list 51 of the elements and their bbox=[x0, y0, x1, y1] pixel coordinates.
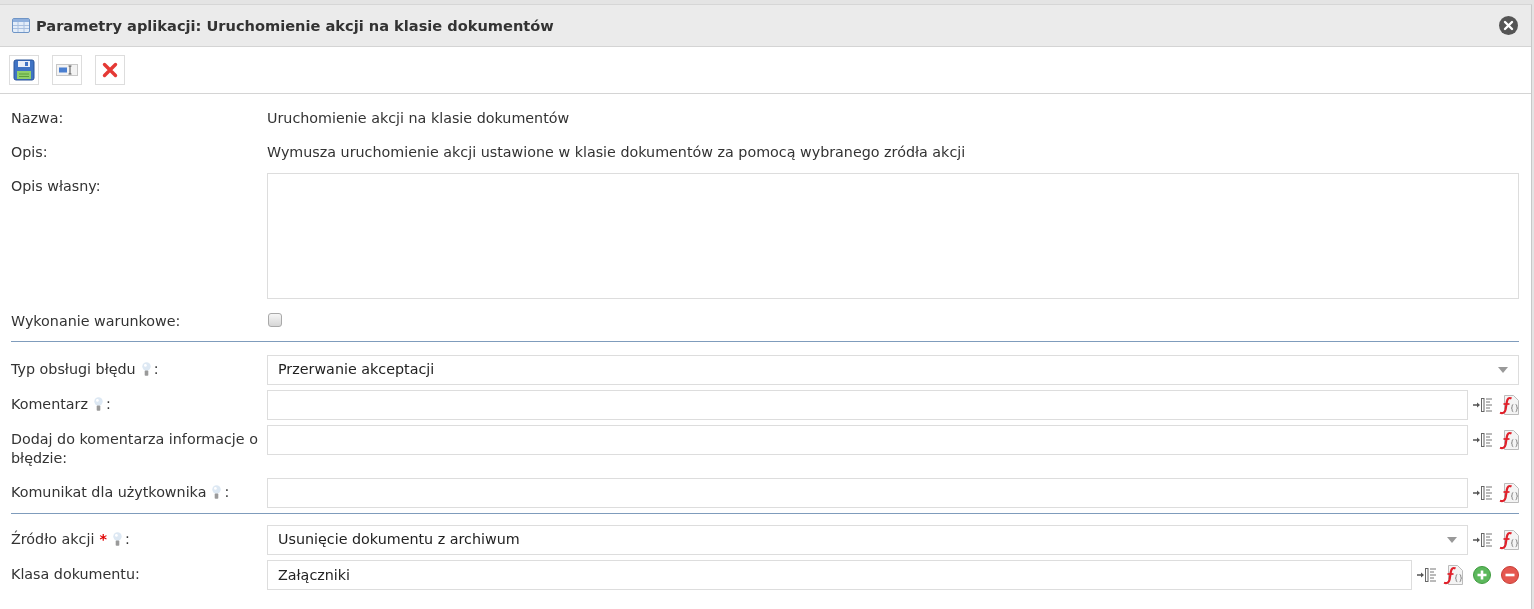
minus-icon[interactable] bbox=[1501, 566, 1519, 584]
field-label: Komunikat dla użytkownika bbox=[11, 484, 207, 500]
label-colon: : bbox=[224, 484, 230, 500]
light-bulb-icon[interactable] bbox=[141, 362, 151, 376]
field-label: Komentarz bbox=[11, 396, 88, 412]
light-bulb-icon[interactable] bbox=[93, 397, 103, 411]
function-icon[interactable] bbox=[1443, 565, 1463, 585]
field-label: Klasa dokumentu: bbox=[11, 566, 140, 582]
text-field[interactable] bbox=[267, 478, 1468, 508]
table-icon bbox=[12, 18, 30, 33]
text-field[interactable] bbox=[267, 425, 1468, 455]
field-label: Nazwa: bbox=[11, 110, 64, 126]
label-colon: : bbox=[105, 396, 111, 412]
field-value: Uruchomienie akcji na klasie dokumentów bbox=[267, 109, 570, 128]
cancel-button[interactable] bbox=[95, 55, 125, 85]
close-icon[interactable] bbox=[1499, 16, 1518, 35]
window-title: Parametry aplikacji: Uruchomienie akcji na klasie dokumentów bbox=[36, 15, 555, 36]
arrow-list-icon[interactable] bbox=[1473, 432, 1493, 448]
function-icon[interactable] bbox=[1499, 430, 1519, 450]
arrow-list-icon[interactable] bbox=[1473, 485, 1493, 501]
field-label: Dodaj do komentarza informacje o błędzie: bbox=[11, 431, 258, 466]
light-bulb-icon[interactable] bbox=[112, 532, 122, 546]
checkbox[interactable] bbox=[268, 313, 282, 327]
field-label: Opis: bbox=[11, 144, 48, 160]
field-label: Wykonanie warunkowe: bbox=[11, 313, 181, 329]
cross-icon bbox=[102, 62, 118, 78]
caret-icon bbox=[1447, 537, 1457, 543]
arrow-list-icon[interactable] bbox=[1473, 532, 1493, 548]
text-field-button[interactable] bbox=[52, 55, 82, 85]
field-label: Typ obsługi błędu bbox=[11, 361, 136, 377]
text-field[interactable]: Załączniki bbox=[267, 560, 1412, 590]
dropdown-field[interactable]: Usunięcie dokumentu z archiwum bbox=[267, 525, 1468, 555]
label-colon: : bbox=[153, 361, 159, 377]
plus-icon[interactable] bbox=[1473, 566, 1491, 584]
text-field-icon bbox=[56, 64, 78, 76]
required-mark: * bbox=[99, 531, 107, 547]
caret-icon bbox=[1498, 367, 1508, 373]
save-icon bbox=[13, 59, 35, 81]
light-bulb-icon[interactable] bbox=[212, 485, 222, 499]
arrow-list-icon[interactable] bbox=[1473, 397, 1493, 413]
save-button[interactable] bbox=[9, 55, 39, 85]
function-icon[interactable] bbox=[1499, 395, 1519, 415]
label-colon: : bbox=[124, 531, 130, 547]
text-field[interactable] bbox=[267, 390, 1468, 420]
arrow-list-icon[interactable] bbox=[1417, 567, 1437, 583]
dropdown-field[interactable]: Przerwanie akceptacji bbox=[267, 355, 1519, 385]
field-label: Źródło akcji bbox=[11, 531, 95, 547]
field-value: Wymusza uruchomienie akcji ustawione w klasie dokumentów za pomocą wybranego zródła akcji bbox=[267, 143, 966, 162]
function-icon[interactable] bbox=[1499, 483, 1519, 503]
field-label: Opis własny: bbox=[11, 178, 101, 194]
function-icon[interactable] bbox=[1499, 530, 1519, 550]
